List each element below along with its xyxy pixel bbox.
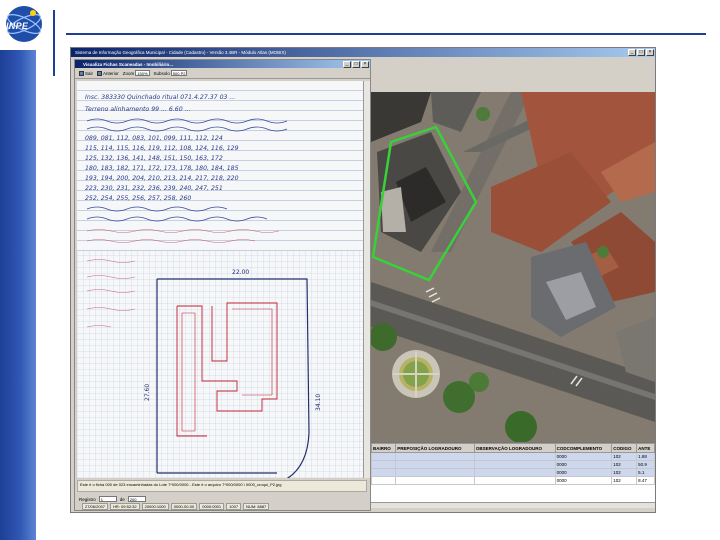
table-cell	[395, 468, 475, 477]
column-header[interactable]: OBSERVAÇÃO LOGRADOURO	[473, 443, 556, 453]
top-rule	[66, 33, 706, 35]
app-window: Sistema de Informação Geográfica Municip…	[70, 47, 656, 513]
dimension-top: 22.00	[232, 269, 249, 276]
column-header[interactable]: ANTE	[636, 443, 655, 453]
attribute-table: BAIRRO PREPOSIÇÃO LOGRADOURO OBSERVAÇÃO …	[371, 442, 655, 502]
table-row[interactable]: 0000 102 1.88	[371, 452, 655, 461]
status-field-4: 0000-00-00	[170, 502, 198, 510]
column-header[interactable]: PREPOSIÇÃO LOGRADOURO	[395, 443, 475, 453]
dimension-left: 27.60	[144, 384, 151, 401]
table-cell	[473, 460, 556, 469]
table-cell: 0000	[554, 460, 613, 469]
table-cell	[473, 476, 556, 485]
viewer-toolbar: Sair Anterior Zoom 150% Subsolo 500 P2	[75, 68, 370, 79]
table-cell: 0000	[554, 476, 613, 485]
table-cell	[473, 468, 556, 477]
viewer-titlebar[interactable]: Visualiza Fichas Scaneadas - Imobiliário…	[75, 60, 370, 68]
app-minimize-button[interactable]: _	[628, 49, 636, 56]
table-cell	[473, 452, 556, 461]
app-maximize-button[interactable]: □	[637, 49, 645, 56]
viewer-scrollbar[interactable]	[363, 81, 370, 478]
table-cell: 5.1	[636, 468, 655, 477]
table-cell: 102	[611, 468, 638, 477]
ledger-line-2: Terreno alinhamento 99 ... 6.60 ...	[85, 105, 191, 113]
table-cell	[395, 476, 475, 485]
logo-text: INPE	[6, 21, 29, 31]
table-cell: 0000	[554, 468, 613, 477]
viewer-title: Visualiza Fichas Scaneadas - Imobiliário…	[83, 61, 173, 67]
table-header-row: BAIRRO PREPOSIÇÃO LOGRADOURO OBSERVAÇÃO …	[371, 443, 655, 453]
table-cell: 1.88	[636, 452, 655, 461]
previous-button[interactable]: Anterior	[97, 70, 119, 76]
table-cell: 102	[611, 476, 638, 485]
table-cell	[371, 452, 397, 461]
zoom-label: Zoom	[122, 70, 135, 76]
scanned-ledger-page[interactable]: Insc. 383330 Quinchado ritual 071.4.27.3…	[77, 81, 363, 478]
table-cell	[371, 460, 397, 469]
column-header[interactable]: CODCOMPLEMENTO	[554, 443, 613, 453]
ledger-line-9: 252, 254, 255, 256, 257, 258, 260	[85, 195, 191, 202]
status-field-5: 0000:0001	[199, 502, 225, 510]
status-num: NUM: 8887	[243, 502, 270, 510]
table-cell	[395, 452, 475, 461]
ledger-line-3: 089, 081, 112, 083, 101, 099, 111, 112, …	[85, 135, 223, 142]
status-date: 27/06/2007	[82, 502, 109, 510]
viewer-status-text: Este é o ficha 000 de 023 encaminhadas d…	[77, 480, 367, 492]
logo-box: INPE	[0, 0, 50, 50]
exit-label: Sair	[85, 70, 94, 76]
arrow-left-icon	[97, 70, 103, 76]
table-row[interactable]: 0000 102 8.47	[371, 476, 655, 485]
table-cell: 0000	[554, 452, 613, 461]
table-cell: 8.47	[636, 476, 655, 485]
resolution-control: Subsolo 500 P2	[154, 70, 188, 76]
column-header[interactable]: BAIRRO	[371, 443, 397, 453]
previous-label: Anterior	[103, 70, 119, 76]
ledger-line-8: 223, 230, 231, 232, 236, 239, 240, 247, …	[85, 185, 223, 192]
exit-icon	[79, 70, 84, 76]
column-header[interactable]: CODIGO	[611, 443, 638, 453]
zoom-control: Zoom 150%	[123, 70, 150, 76]
side-band	[0, 0, 36, 540]
dimension-right: 34.10	[315, 394, 322, 411]
table-cell	[371, 476, 397, 485]
table-cell	[371, 468, 397, 477]
table-row[interactable]: 0000 102 50.9	[371, 460, 655, 469]
viewer-minimize-button[interactable]: _	[343, 60, 351, 68]
exit-button[interactable]: Sair	[79, 70, 94, 76]
resolution-label: Subsolo	[153, 70, 170, 76]
resolution-select[interactable]: 500 P2	[170, 70, 188, 76]
aerial-map[interactable]	[371, 92, 655, 442]
slide: INPE Sistema de Informação Geográfica Mu…	[0, 0, 720, 540]
table-cell	[395, 460, 475, 469]
app-titlebar[interactable]: Sistema de Informação Geográfica Municip…	[71, 48, 655, 57]
left-rule	[53, 10, 55, 76]
table-cell: 102	[611, 460, 638, 469]
viewer-maximize-button[interactable]: □	[352, 60, 360, 68]
ledger-line-1: Insc. 383330 Quinchado ritual 071.4.27.3…	[85, 93, 235, 101]
aerial-photo	[371, 92, 655, 442]
ledger-drawing: Insc. 383330 Quinchado ritual 071.4.27.3…	[77, 81, 363, 478]
viewer-close-button[interactable]: ×	[361, 60, 369, 68]
table-row[interactable]: 0000 102 5.1	[371, 468, 655, 477]
app-close-button[interactable]: ×	[646, 49, 654, 56]
app-title: Sistema de Informação Geográfica Municip…	[75, 50, 286, 55]
status-field-6: 1007	[226, 502, 242, 510]
status-scale: 20000:1000	[141, 502, 169, 510]
table-cell: 50.9	[636, 460, 655, 469]
app-status-bar: 27/06/2007 HR: 09:52:32 20000:1000 0000-…	[70, 501, 656, 511]
zoom-select[interactable]: 150%	[135, 70, 150, 76]
ledger-line-6: 180, 183, 182, 171, 172, 173, 178, 180, …	[85, 165, 239, 172]
scan-viewer-window: Visualiza Fichas Scaneadas - Imobiliário…	[74, 59, 371, 511]
ledger-line-4: 115, 114, 115, 116, 119, 112, 108, 124, …	[85, 145, 239, 152]
table-cell: 102	[611, 452, 638, 461]
ledger-line-7: 193, 194, 200, 204, 210, 213, 214, 217, …	[85, 175, 239, 182]
status-time: HR: 09:52:32	[110, 502, 140, 510]
ledger-line-5: 125, 132, 136, 141, 148, 151, 150, 163, …	[85, 155, 223, 162]
